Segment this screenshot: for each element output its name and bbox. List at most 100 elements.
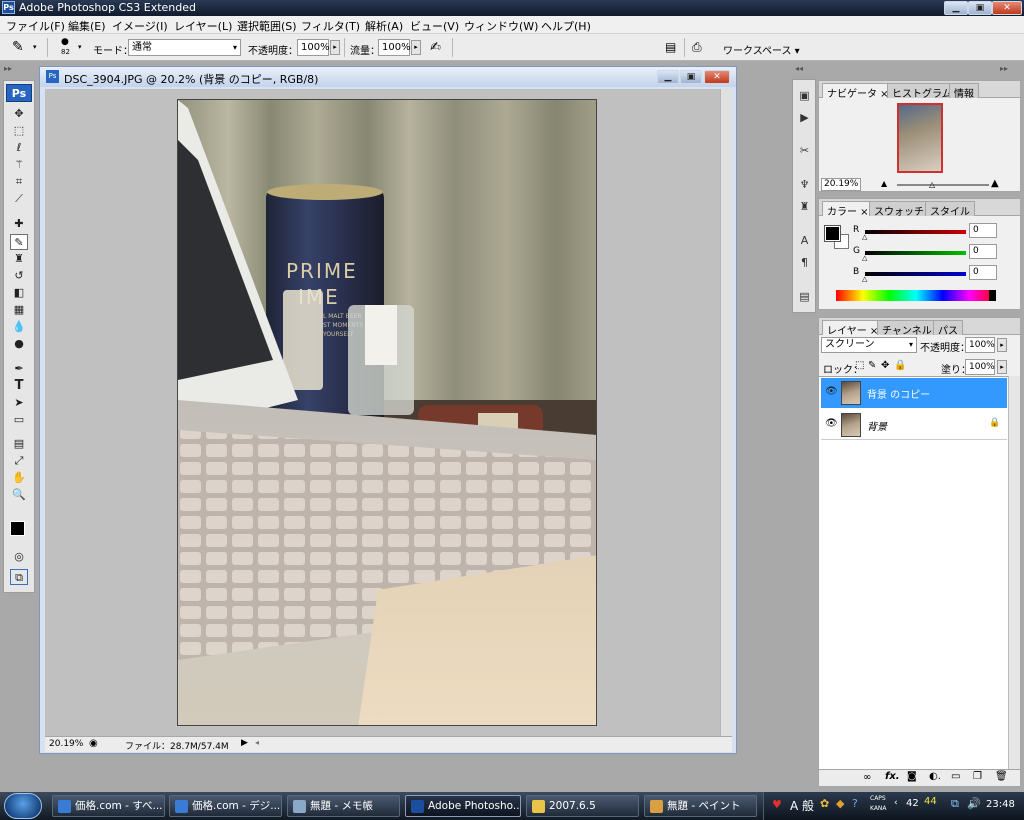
ime-tool-icon[interactable]: ✿ [820, 797, 829, 810]
status-menu-arrow-icon[interactable]: ▶ [241, 738, 248, 748]
canvas-area[interactable]: PRIME IME L MALT BEER ST MOMENTS YOURSEL… [45, 89, 732, 736]
zoom-out-icon[interactable]: ▲ [881, 179, 887, 188]
navigator-zoom-input[interactable]: 20.19% [821, 178, 861, 191]
new-layer-icon[interactable]: ❐ [973, 771, 982, 782]
layer-style-icon[interactable]: fx. [885, 771, 900, 782]
airbrush-icon[interactable]: ✍ [430, 40, 441, 55]
task-folder[interactable]: 2007.6.5 [526, 795, 639, 817]
history-panel-icon[interactable]: ▣ [796, 87, 813, 104]
tab-color[interactable]: カラー × [822, 201, 874, 218]
brush-dot-icon[interactable]: ● [61, 37, 69, 47]
layer-row-background[interactable]: 👁 背景 🔒 [821, 410, 1007, 440]
gradient-tool-icon[interactable]: ▦ [10, 302, 28, 318]
menu-help[interactable]: ヘルプ(H) [541, 18, 591, 34]
color-foreground-swatch[interactable] [824, 225, 841, 242]
menu-analysis[interactable]: 解析(A) [365, 18, 403, 34]
menu-layer[interactable]: レイヤー(L) [174, 18, 232, 34]
lock-all-icon[interactable]: 🔒 [894, 360, 906, 371]
crop-tool-icon[interactable]: ⌗ [10, 174, 28, 190]
workspace-menu[interactable]: ワークスペース ▾ [723, 42, 800, 57]
close-icon[interactable]: ✕ [992, 1, 1022, 15]
photo-canvas[interactable]: PRIME IME L MALT BEER ST MOMENTS YOURSEL… [177, 99, 597, 726]
blur-tool-icon[interactable]: 💧 [10, 319, 28, 335]
brush-picker-chevron-icon[interactable]: ▾ [78, 43, 82, 51]
lasso-tool-icon[interactable]: ℓ [10, 140, 28, 156]
paragraph-panel-icon[interactable]: ¶ [796, 254, 813, 271]
maximize-icon[interactable]: ▣ [968, 1, 992, 15]
scroll-left-icon[interactable]: ◂ [255, 738, 259, 747]
tab-layers[interactable]: レイヤー × [822, 320, 884, 337]
toolbox-collapse-icon[interactable]: ▸▸ [4, 64, 12, 73]
mode-select[interactable]: 通常 ▾ [128, 39, 241, 56]
navigator-thumbnail[interactable] [897, 103, 943, 173]
ime-pad-icon[interactable]: ◆ [836, 797, 844, 810]
brush-tool-icon[interactable]: ✎ [12, 39, 24, 55]
g-input[interactable]: 0 [969, 244, 997, 259]
fill-input[interactable]: 100% [965, 359, 995, 375]
menu-file[interactable]: ファイル(F) [6, 18, 65, 34]
tab-swatches[interactable]: スウォッチ [869, 201, 929, 218]
character-panel-icon[interactable]: A [796, 232, 813, 249]
r-slider[interactable] [865, 230, 966, 234]
minimize-icon[interactable]: ▁ [944, 1, 968, 15]
marquee-tool-icon[interactable]: ⬚ [10, 123, 28, 139]
menu-filter[interactable]: フィルタ(T) [301, 18, 360, 34]
tool-presets-icon[interactable]: ✂ [796, 142, 813, 159]
hand-tool-icon[interactable]: ✋ [10, 470, 28, 486]
menu-image[interactable]: イメージ(I) [112, 18, 168, 34]
zoom-in-icon[interactable]: ▲ [991, 178, 999, 189]
slice-tool-icon[interactable]: ⟋ [10, 191, 28, 207]
help-icon[interactable]: ? [852, 797, 858, 810]
brush-tool-icon[interactable]: ✎ [10, 234, 28, 250]
tab-info[interactable]: 情報 [949, 83, 979, 100]
healing-brush-tool-icon[interactable]: ✚ [10, 216, 28, 232]
ime-indicator[interactable]: A 般 [790, 797, 814, 814]
tab-navigator[interactable]: ナビゲータ × [822, 83, 894, 100]
task-notepad[interactable]: 無題 - メモ帳 [287, 795, 400, 817]
layer-mask-icon[interactable]: ◙ [907, 771, 917, 782]
layer-opacity-slider-button[interactable]: ▸ [997, 338, 1007, 352]
move-tool-icon[interactable]: ✥ [10, 106, 28, 122]
b-slider-handle[interactable]: △ [862, 275, 867, 283]
tab-paths[interactable]: パス [933, 320, 963, 337]
palette-well-icon[interactable]: ▤ [665, 40, 676, 54]
blend-mode-select[interactable]: スクリーン ▾ [821, 337, 917, 353]
doc-maximize-icon[interactable]: ▣ [680, 70, 702, 84]
b-slider[interactable] [865, 272, 966, 276]
menu-edit[interactable]: 編集(E) [68, 18, 106, 34]
start-button[interactable] [4, 793, 42, 819]
adjustment-layer-icon[interactable]: ◐. [929, 771, 941, 782]
actions-panel-icon[interactable]: ▶ [796, 109, 813, 126]
tab-channels[interactable]: チャンネル [877, 320, 937, 337]
delete-layer-icon[interactable]: 🗑 [995, 771, 1008, 782]
task-photoshop[interactable]: Adobe Photosho... [405, 795, 521, 817]
lock-image-icon[interactable]: ✎ [868, 360, 876, 371]
eraser-tool-icon[interactable]: ◧ [10, 285, 28, 301]
fill-slider-button[interactable]: ▸ [997, 360, 1007, 374]
b-input[interactable]: 0 [969, 265, 997, 280]
layers-scrollbar[interactable] [1008, 376, 1020, 769]
history-brush-tool-icon[interactable]: ↺ [10, 268, 28, 284]
visibility-eye-icon[interactable]: 👁 [825, 386, 838, 397]
r-input[interactable]: 0 [969, 223, 997, 238]
zoom-tool-icon[interactable]: 🔍 [10, 487, 28, 503]
network-icon[interactable]: ⧉ [951, 797, 959, 811]
clock[interactable]: 23:48 [986, 799, 1015, 810]
status-zoom[interactable]: 20.19% [49, 739, 83, 749]
tab-styles[interactable]: スタイル [925, 201, 975, 218]
type-tool-icon[interactable]: T [10, 378, 28, 394]
visibility-eye-icon[interactable]: 👁 [825, 418, 838, 429]
tray-expand-icon[interactable]: ‹ [894, 798, 898, 808]
magic-wand-tool-icon[interactable]: ⚚ [10, 157, 28, 173]
doc-minimize-icon[interactable]: ▁ [657, 70, 679, 84]
vertical-scrollbar[interactable] [720, 89, 732, 736]
color-ramp[interactable] [836, 290, 996, 301]
eyedropper-tool-icon[interactable]: ⤢ [10, 453, 28, 469]
task-browser-2[interactable]: 価格.com - デジ... [169, 795, 282, 817]
foreground-color-swatch[interactable] [10, 521, 25, 536]
zoom-slider[interactable] [897, 184, 989, 186]
tab-histogram[interactable]: ヒストグラム [887, 83, 957, 100]
volume-icon[interactable]: 🔊 [967, 797, 981, 810]
flow-slider-button[interactable]: ▸ [411, 40, 421, 55]
panel-collapse-icon[interactable]: ▸▸ [1000, 64, 1008, 73]
